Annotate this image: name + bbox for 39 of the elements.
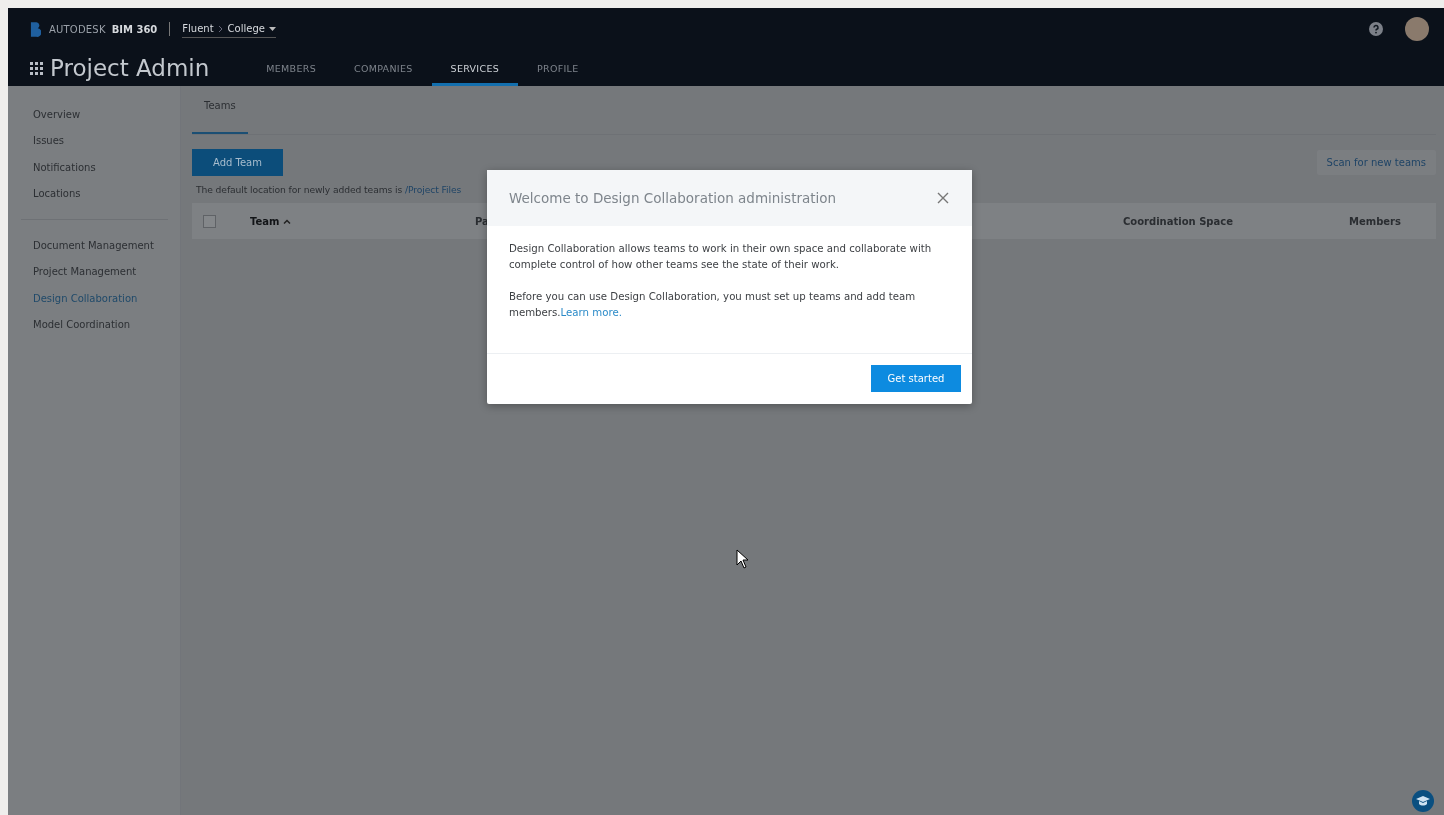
nav-tab[interactable]: SERVICES <box>431 50 519 86</box>
sidebar-item[interactable]: Model Coordination <box>33 311 180 338</box>
column-header[interactable]: Team <box>250 215 280 227</box>
scan-button[interactable]: Scan for new teams <box>1316 150 1436 175</box>
sidebar-item[interactable]: Overview <box>33 101 180 128</box>
help-icon[interactable] <box>1369 22 1383 36</box>
default-location-note: The default location for newly added teams is /Project Files <box>196 184 463 195</box>
sidebar-item[interactable]: Design Collaboration <box>33 285 180 312</box>
apps-grid-icon[interactable] <box>30 61 43 75</box>
sort-up-icon <box>283 218 292 224</box>
sidebar-item[interactable]: Issues <box>33 127 180 154</box>
chevron-icon <box>217 24 224 33</box>
dialog-text: Design Collaboration allows teams to work in their own space and collaborate with complete control of how other teams see the state of their work. <box>509 242 933 272</box>
brand-name: AUTODESK <box>49 23 106 35</box>
project-selector[interactable]: Fluent College <box>182 23 276 38</box>
caret-icon <box>268 26 276 31</box>
get-started-button[interactable]: Get started <box>871 365 961 392</box>
sidebar-item[interactable]: Document Management <box>33 232 180 259</box>
close-icon[interactable] <box>936 191 950 205</box>
select-all-checkbox[interactable] <box>203 214 216 228</box>
mouse-pointer-icon <box>736 549 749 569</box>
sidebar-item[interactable]: Notifications <box>33 154 180 181</box>
add-team-button[interactable]: Add Team <box>192 149 283 176</box>
column-header[interactable]: Coordination Space <box>1123 215 1233 227</box>
product-name: BIM 360 <box>111 23 158 35</box>
logo-icon <box>30 20 41 38</box>
column-header[interactable]: Members <box>1349 215 1401 227</box>
sidebar-item[interactable]: Locations <box>33 180 180 207</box>
dialog-title: Welcome to Design Collaboration administration <box>509 190 837 206</box>
nav-tab[interactable]: MEMBERS <box>247 50 335 86</box>
nav-tab[interactable]: COMPANIES <box>334 50 432 86</box>
learn-more-link[interactable]: Learn more. <box>560 307 622 318</box>
page-title: Project Admin <box>50 55 210 81</box>
sidebar-item[interactable]: Project Management <box>33 258 180 285</box>
avatar[interactable] <box>1405 17 1429 41</box>
dialog-text: Before you can use Design Collaboration, you must set up teams and add team members.Learn more. <box>509 290 917 320</box>
nav-tab[interactable]: PROFILE <box>518 50 598 86</box>
teams-tab[interactable]: Teams <box>192 86 248 134</box>
graduation-cap-icon[interactable] <box>1412 790 1434 812</box>
